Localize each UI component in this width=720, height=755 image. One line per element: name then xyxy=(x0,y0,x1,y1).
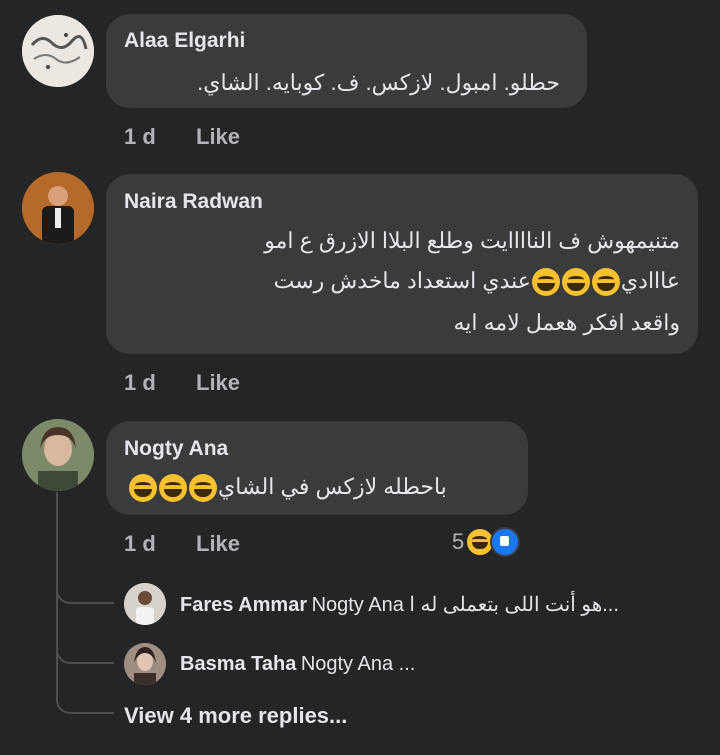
haha-emoji-icon xyxy=(159,474,187,503)
haha-emoji-icon xyxy=(129,474,157,503)
comment-text-line: عااادي عندي استعداد ماخدش رست xyxy=(273,268,680,297)
comment-time[interactable]: 1 d xyxy=(124,531,156,557)
comment-time[interactable]: 1 d xyxy=(124,124,156,150)
thread-connector xyxy=(56,644,114,664)
person-avatar-icon xyxy=(124,583,166,625)
reply-text: Nogty Ana هو أنت اللى بتعملى له ا... xyxy=(311,594,619,616)
comment-text-fragment: عندي استعداد ماخدش رست xyxy=(273,268,531,293)
reply-author[interactable]: Basma Taha xyxy=(180,653,296,675)
view-more-replies-link[interactable]: View 4 more replies... xyxy=(124,703,347,729)
person-avatar-icon xyxy=(124,643,166,685)
reply-author[interactable]: Fares Ammar xyxy=(180,594,307,616)
comment-author[interactable]: Alaa Elgarhi xyxy=(124,29,245,53)
avatar[interactable] xyxy=(124,643,166,685)
haha-emoji-icon xyxy=(531,268,560,297)
avatar[interactable] xyxy=(22,419,94,491)
comment-text-line: واقعد افكر هعمل لامه ايه xyxy=(453,310,680,335)
thread-connector xyxy=(56,584,114,604)
comment-time[interactable]: 1 d xyxy=(124,370,156,396)
reaction-summary[interactable]: 5 xyxy=(452,527,521,557)
haha-emoji-icon xyxy=(189,474,217,503)
comment-author[interactable]: Naira Radwan xyxy=(124,190,263,214)
reaction-count: 5 xyxy=(452,529,465,554)
comment-text: حطلو. امبول. لازكس. ف. كوبايه. الشاي. xyxy=(197,70,560,95)
avatar[interactable] xyxy=(22,15,94,87)
avatar[interactable] xyxy=(124,583,166,625)
person-avatar-icon xyxy=(22,419,94,491)
like-reaction-icon xyxy=(490,527,521,557)
thread-line xyxy=(56,492,58,662)
haha-emoji-icon xyxy=(561,268,590,297)
comment-text-fragment: باحطله لازكس في الشاي xyxy=(218,474,447,499)
comment-author[interactable]: Nogty Ana xyxy=(124,437,228,461)
like-button[interactable]: Like xyxy=(196,124,240,150)
person-avatar-icon xyxy=(22,172,94,244)
thread-connector xyxy=(56,662,114,714)
reply-text: Nogty Ana ... xyxy=(300,653,416,675)
comment-text-fragment: عااادي xyxy=(620,268,680,293)
calligraphy-avatar-icon xyxy=(22,15,94,87)
reply-row[interactable]: Basma Taha Nogty Ana ... xyxy=(180,653,415,676)
haha-emoji-icon xyxy=(591,268,620,297)
comment-text-line: باحطله لازكس في الشاي xyxy=(128,474,447,503)
reply-row[interactable]: Fares Ammar Nogty Ana هو أنت اللى بتعملى… xyxy=(180,592,619,617)
like-button[interactable]: Like xyxy=(196,370,240,396)
like-button[interactable]: Like xyxy=(196,531,240,557)
avatar[interactable] xyxy=(22,172,94,244)
comment-text-line: متنيمهوش ف الناااايت وطلع البلاا الازرق … xyxy=(264,228,680,253)
